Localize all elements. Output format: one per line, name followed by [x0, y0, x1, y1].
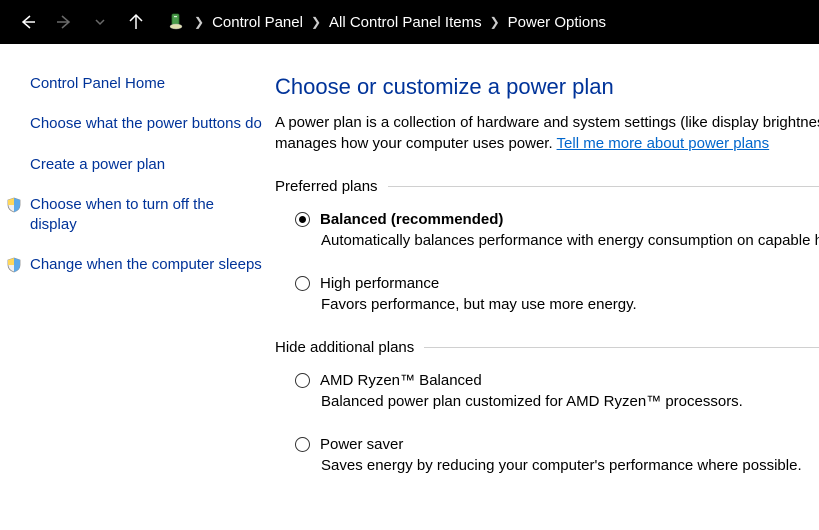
sidebar-link-sleep[interactable]: Change when the computer sleeps — [30, 255, 263, 275]
sidebar-link-label: Choose when to turn off the display — [30, 196, 214, 233]
sidebar-home-link[interactable]: Control Panel Home — [30, 74, 263, 94]
control-panel-icon — [166, 13, 184, 31]
plan-balanced: Balanced (recommended) Automatically bal… — [295, 211, 819, 249]
breadcrumb-item[interactable]: All Control Panel Items — [329, 14, 482, 31]
sidebar-link-label: Change when the computer sleeps — [30, 256, 262, 273]
sidebar-link-power-buttons[interactable]: Choose what the power buttons do — [30, 114, 263, 134]
sidebar-link-display-off[interactable]: Choose when to turn off the display — [30, 195, 263, 236]
content-area: Control Panel Home Choose what the power… — [0, 44, 819, 530]
plan-amd-balanced: AMD Ryzen™ Balanced Balanced power plan … — [295, 372, 819, 410]
history-dropdown-icon[interactable] — [88, 10, 112, 34]
breadcrumb-item[interactable]: Control Panel — [212, 14, 303, 31]
back-icon[interactable] — [16, 10, 40, 34]
shield-icon — [6, 197, 22, 213]
page-description: A power plan is a collection of hardware… — [275, 112, 819, 154]
radio-balanced[interactable] — [295, 212, 310, 227]
plan-high-performance: High performance Favors performance, but… — [295, 275, 819, 313]
plan-name[interactable]: AMD Ryzen™ Balanced — [320, 372, 482, 389]
address-bar: ❯ Control Panel ❯ All Control Panel Item… — [0, 0, 819, 44]
up-icon[interactable] — [124, 10, 148, 34]
sidebar: Control Panel Home Choose what the power… — [0, 44, 275, 530]
breadcrumb-item[interactable]: Power Options — [508, 14, 606, 31]
plan-power-saver: Power saver Saves energy by reducing you… — [295, 436, 819, 474]
shield-icon — [6, 257, 22, 273]
chevron-right-icon: ❯ — [311, 15, 321, 29]
radio-power-saver[interactable] — [295, 437, 310, 452]
plan-name[interactable]: Power saver — [320, 436, 403, 453]
plan-name[interactable]: High performance — [320, 275, 439, 292]
plan-description: Balanced power plan customized for AMD R… — [321, 393, 819, 410]
learn-more-link[interactable]: Tell me more about power plans — [557, 135, 770, 152]
plan-name[interactable]: Balanced (recommended) — [320, 211, 503, 228]
page-title: Choose or customize a power plan — [275, 74, 819, 100]
radio-amd-balanced[interactable] — [295, 373, 310, 388]
group-preferred-plans: Preferred plans — [275, 178, 819, 195]
chevron-right-icon: ❯ — [490, 15, 500, 29]
group-additional-plans[interactable]: Hide additional plans — [275, 339, 819, 356]
plan-description: Automatically balances performance with … — [321, 232, 819, 249]
forward-icon — [52, 10, 76, 34]
main-panel: Choose or customize a power plan A power… — [275, 44, 819, 530]
radio-high-performance[interactable] — [295, 276, 310, 291]
plan-description: Saves energy by reducing your computer's… — [321, 457, 819, 474]
plan-description: Favors performance, but may use more ene… — [321, 296, 819, 313]
sidebar-link-create-plan[interactable]: Create a power plan — [30, 155, 263, 175]
chevron-right-icon: ❯ — [194, 15, 204, 29]
